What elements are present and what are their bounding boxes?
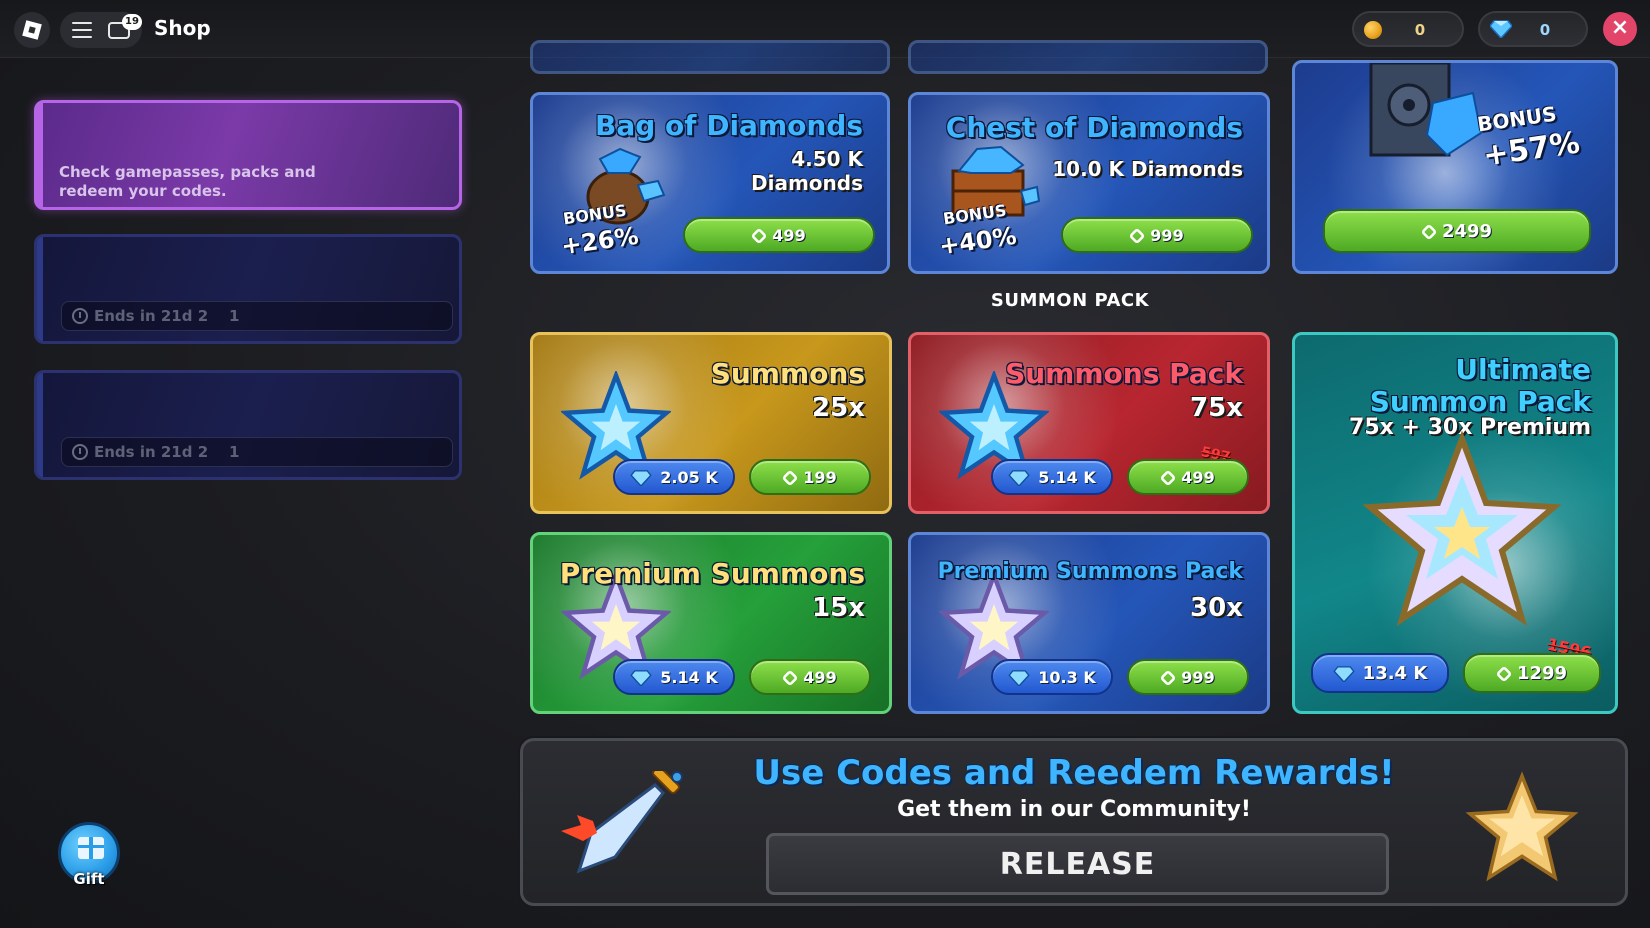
pack-title: Summons (710, 357, 865, 390)
pack-title: Premium Summons (559, 557, 865, 590)
summon-pack-card[interactable]: Summons Pack 75x 597 5.14 K 499 (908, 332, 1270, 514)
pack-qty: 30x (1190, 593, 1243, 623)
scrolled-card (908, 40, 1268, 74)
robux-icon (781, 669, 799, 687)
clock-icon (72, 308, 88, 324)
price: 499 (772, 226, 806, 245)
gem-price: 10.3 K (1038, 668, 1096, 687)
gem-icon (1333, 666, 1355, 682)
gem-counter: 0 (1478, 11, 1588, 47)
menu-pill: 19 (60, 12, 142, 48)
robux-price: 499 (1181, 468, 1215, 487)
gem-buy-button[interactable]: 5.14 K (613, 659, 735, 695)
summon-pack-card[interactable]: Premium Summons Pack 30x 10.3 K 999 (908, 532, 1270, 714)
coin-amount: 0 (1414, 21, 1426, 39)
robux-buy-button[interactable]: 1299 (1463, 653, 1601, 693)
diamond-pack-card[interactable]: BONUS +26% Bag of Diamonds 4.50 K Diamon… (530, 92, 890, 274)
robux-buy-button[interactable]: 999 (1127, 659, 1249, 695)
diamond-pack-card[interactable]: BONUS +40% Chest of Diamonds 10.0 K Diam… (908, 92, 1270, 274)
promo-text: Check gamepasses, packs and redeem your … (59, 163, 316, 200)
gem-price: 5.14 K (1038, 468, 1096, 487)
star-icon (1465, 771, 1579, 882)
pack-title: Premium Summons Pack (937, 559, 1243, 584)
robux-icon (1159, 669, 1177, 687)
code-input[interactable] (766, 833, 1389, 895)
event-timer: Ends in 21d 2 1 (61, 437, 453, 467)
close-icon: × (1610, 15, 1630, 40)
robux-price: 999 (1181, 668, 1215, 687)
section-title: SUMMON PACK (990, 290, 1150, 311)
gem-icon (630, 470, 652, 486)
gem-icon (1008, 470, 1030, 486)
pack-title: Ultimate (1455, 353, 1591, 386)
gem-price: 5.14 K (660, 668, 718, 687)
gem-icon (1008, 670, 1030, 686)
shop-promo-card[interactable]: Check gamepasses, packs and redeem your … (34, 100, 462, 210)
pack-amount: 10.0 K Diamonds (1052, 157, 1243, 181)
pack-title: Summons Pack (1005, 357, 1243, 390)
event-card-1[interactable]: Ends in 21d 2 1 (34, 234, 462, 344)
summon-pack-card[interactable]: Premium Summons 15x 5.14 K 499 (530, 532, 892, 714)
gem-buy-button[interactable]: 5.14 K (991, 459, 1113, 495)
page-title: Shop (154, 16, 211, 40)
price: 2499 (1441, 221, 1493, 242)
pack-unit: Diamonds (751, 171, 863, 195)
robux-icon (781, 469, 799, 487)
event-timer: Ends in 21d 2 1 (61, 301, 453, 331)
robux-icon (1495, 665, 1513, 683)
pack-amount: 4.50 K (791, 147, 863, 171)
redeem-title: Use Codes and Reedem Rewards! (753, 753, 1395, 793)
pack-title: Chest of Diamonds (945, 111, 1243, 144)
gem-buy-button[interactable]: 10.3 K (991, 659, 1113, 695)
gift-icon (78, 837, 104, 859)
robux-buy-button[interactable]: 499 (683, 217, 875, 253)
vault-icon (1369, 63, 1483, 157)
event-card-2[interactable]: Ends in 21d 2 1 (34, 370, 462, 480)
gift-label: Gift (73, 870, 105, 888)
redeem-panel: Use Codes and Reedem Rewards! Get them i… (520, 738, 1628, 906)
pack-title: Bag of Diamonds (595, 109, 863, 142)
pack-qty: 15x (812, 593, 865, 623)
robux-price: 1299 (1516, 663, 1568, 684)
clock-icon (72, 444, 88, 460)
summon-pack-card[interactable]: Ultimate Summon Pack 75x + 30x Premium 1… (1292, 332, 1618, 714)
robux-buy-button[interactable]: 499 (1127, 459, 1249, 495)
timer-text: Ends in 21d 2 1 (94, 443, 240, 461)
gem-price: 2.05 K (660, 468, 718, 487)
pack-qty: 25x (812, 393, 865, 423)
roblox-logo-icon (22, 20, 42, 40)
gem-buy-button[interactable]: 2.05 K (613, 459, 735, 495)
gem-icon (630, 670, 652, 686)
robux-buy-button[interactable]: 999 (1061, 217, 1253, 253)
robux-icon (1159, 469, 1177, 487)
summon-pack-card[interactable]: Summons 25x 2.05 K 199 (530, 332, 892, 514)
timer-text: Ends in 21d 2 1 (94, 307, 240, 325)
pack-qty: 75x (1190, 393, 1243, 423)
robux-price: 499 (803, 668, 837, 687)
gem-buy-button[interactable]: 13.4 K (1311, 653, 1449, 693)
robux-icon (1420, 223, 1438, 241)
coin-counter: 0 (1352, 11, 1464, 47)
redeem-subtitle: Get them in our Community! (897, 797, 1251, 822)
close-button[interactable]: × (1603, 12, 1637, 46)
robux-price: 199 (803, 468, 837, 487)
scrolled-card (530, 40, 890, 74)
price: 999 (1150, 226, 1184, 245)
chat-badge: 19 (122, 14, 142, 30)
star-icon (1362, 431, 1562, 627)
robux-buy-button[interactable]: 499 (749, 659, 871, 695)
robux-icon (750, 227, 768, 245)
pack-title: Summon Pack (1369, 385, 1591, 418)
hamburger-menu-icon[interactable] (72, 22, 92, 38)
gem-amount: 0 (1539, 21, 1551, 39)
roblox-menu-button[interactable] (14, 12, 50, 48)
robux-buy-button[interactable]: 199 (749, 459, 871, 495)
robux-icon (1128, 227, 1146, 245)
robux-buy-button[interactable]: 2499 (1323, 209, 1591, 253)
gem-price: 13.4 K (1362, 663, 1428, 684)
diamond-pack-card[interactable]: BONUS +57% 2499 (1292, 60, 1618, 274)
